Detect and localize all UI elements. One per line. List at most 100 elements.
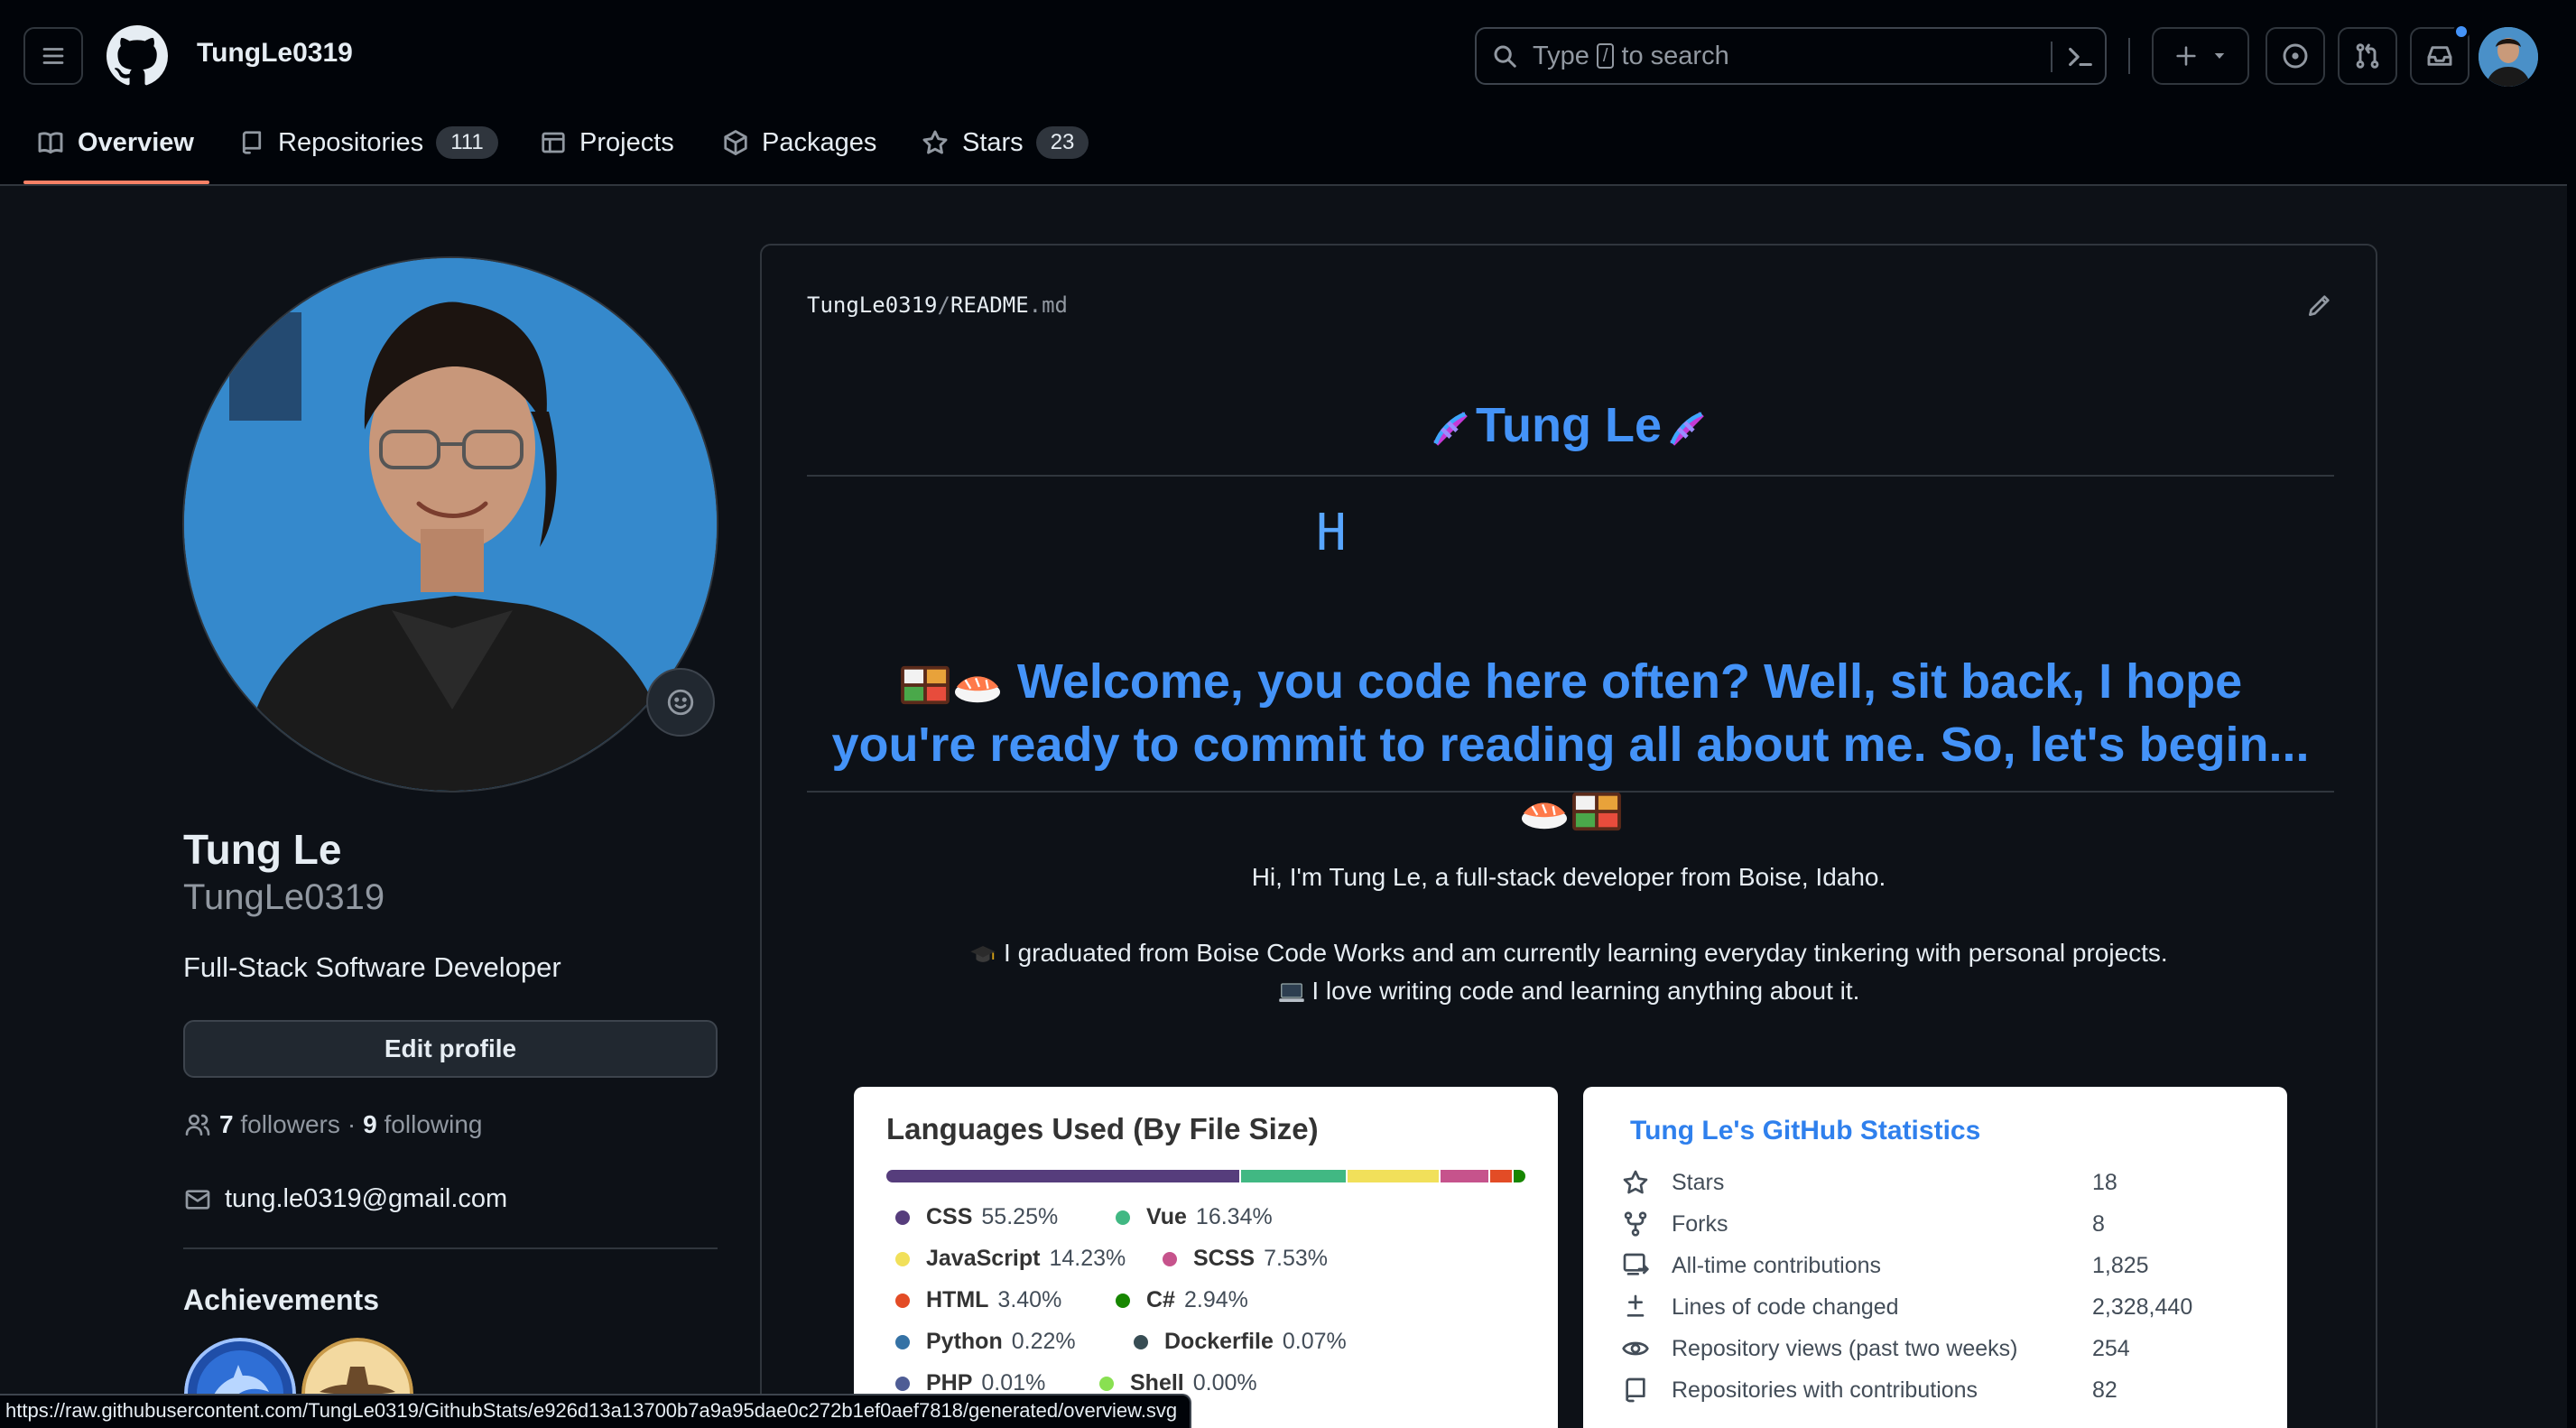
repositories-count-badge: 111 <box>436 126 498 159</box>
hamburger-icon <box>42 48 64 64</box>
language-percent: 16.34% <box>1195 1204 1273 1229</box>
github-logo-icon[interactable] <box>107 25 168 91</box>
readme-path-file[interactable]: README <box>950 292 1029 318</box>
stars-count-badge: 23 <box>1035 126 1089 159</box>
smiley-icon <box>667 689 694 716</box>
search-input[interactable]: Type / to search <box>1475 27 2107 85</box>
language-item: PHP 0.01% <box>895 1370 1045 1396</box>
edit-profile-button[interactable]: Edit profile <box>183 1020 718 1078</box>
search-placeholder-suffix: to search <box>1621 41 1729 70</box>
github-stats-card[interactable]: Tung Le's GitHub Statistics Stars 18 For… <box>1583 1087 2287 1428</box>
pull-requests-button[interactable] <box>2338 27 2397 85</box>
language-percent: 3.40% <box>997 1287 1062 1312</box>
stat-value: 254 <box>2092 1335 2130 1361</box>
contributions-icon <box>1623 1253 1649 1275</box>
dna-icon <box>1433 411 1468 446</box>
stat-row-forks: Forks 8 <box>1621 1206 2253 1242</box>
command-palette-icon[interactable] <box>2065 42 2096 72</box>
diff-icon <box>1626 1294 1645 1317</box>
plus-icon <box>2176 46 2196 66</box>
pencil-icon <box>2309 295 2330 316</box>
star-icon <box>922 130 948 154</box>
issues-button[interactable] <box>2266 27 2325 85</box>
profile-avatar[interactable] <box>182 256 718 793</box>
followers-link[interactable]: 7 followers <box>219 1110 340 1139</box>
stat-value: 8 <box>2092 1210 2105 1237</box>
email-link[interactable]: tung.le0319@gmail.com <box>225 1184 507 1214</box>
set-status-button[interactable] <box>646 668 715 737</box>
language-bar-segment <box>1440 1170 1488 1182</box>
readme-path-ext: .md <box>1028 292 1069 318</box>
languages-progress-bar <box>886 1170 1525 1182</box>
repo-icon <box>242 131 262 154</box>
header-username[interactable]: TungLe0319 <box>197 38 353 69</box>
language-item: JavaScript 14.23% <box>895 1246 1126 1272</box>
language-color-dot <box>895 1334 910 1349</box>
stat-row-views: Repository views (past two weeks) 254 <box>1621 1331 2253 1367</box>
language-name: Python <box>926 1329 1003 1354</box>
language-item: Vue 16.34% <box>1116 1204 1273 1230</box>
sushi-icon <box>1522 802 1567 829</box>
profile-bio: Full-Stack Software Developer <box>183 951 561 983</box>
following-link[interactable]: 9 following <box>363 1110 482 1139</box>
tab-projects[interactable]: Projects <box>540 116 674 170</box>
active-tab-underline <box>23 181 209 184</box>
stat-row-repos: Repositories with contributions 82 <box>1621 1372 2253 1408</box>
language-color-dot <box>895 1376 910 1391</box>
readme-title-divider <box>807 475 2334 477</box>
tab-repositories[interactable]: Repositories 111 <box>238 116 498 170</box>
language-percent: 14.23% <box>1049 1246 1126 1271</box>
stat-label: Lines of code changed <box>1672 1294 1899 1320</box>
bento-icon <box>900 665 950 704</box>
readme-education-text: I graduated from Boise Code Works and am… <box>1004 939 2168 967</box>
stat-row-lines-changed: Lines of code changed 2,328,440 <box>1621 1289 2253 1325</box>
edit-readme-button[interactable] <box>2305 291 2334 324</box>
languages-card-title: Languages Used (By File Size) <box>886 1112 1319 1145</box>
readme-welcome-heading: Welcome, you code here often? Well, sit … <box>825 650 2316 839</box>
header-divider <box>2128 38 2130 74</box>
languages-card[interactable]: Languages Used (By File Size) CSS 55.25% V… <box>854 1087 1558 1428</box>
language-name: Dockerfile <box>1164 1329 1274 1354</box>
readme-path-user[interactable]: TungLe0319 <box>807 292 938 318</box>
profile-email: tung.le0319@gmail.com <box>183 1184 507 1214</box>
language-item: Shell 0.00% <box>1099 1370 1257 1396</box>
language-item: C# 2.94% <box>1116 1287 1248 1313</box>
language-color-dot <box>895 1293 910 1308</box>
language-bar-segment <box>1489 1170 1513 1182</box>
language-name: JavaScript <box>926 1246 1041 1271</box>
git-pull-request-icon <box>2356 43 2379 69</box>
page-scrollbar[interactable] <box>2567 0 2576 1428</box>
mail-icon <box>185 1189 210 1210</box>
tab-overview[interactable]: Overview <box>36 116 194 170</box>
stat-label: Repositories with contributions <box>1672 1377 1978 1403</box>
user-avatar-menu[interactable] <box>2479 27 2538 87</box>
typing-animation-text: H <box>1316 504 1347 562</box>
tab-stars[interactable]: Stars 23 <box>921 116 1089 170</box>
language-bar-segment <box>886 1170 1240 1182</box>
language-item: CSS 55.25% <box>895 1204 1058 1230</box>
language-color-dot <box>895 1251 910 1266</box>
language-percent: 7.53% <box>1264 1246 1328 1271</box>
menu-button[interactable] <box>23 27 83 85</box>
language-name: C# <box>1146 1287 1175 1312</box>
language-bar-segment <box>1241 1170 1346 1182</box>
stat-value: 1,825 <box>2092 1252 2149 1278</box>
followers-label: followers <box>240 1110 340 1138</box>
tab-packages-label: Packages <box>762 127 877 157</box>
tab-packages[interactable]: Packages <box>722 116 876 170</box>
profile-username: TungLe0319 <box>183 877 385 917</box>
language-color-dot <box>895 1210 910 1225</box>
language-item: Dockerfile 0.07% <box>1134 1329 1347 1355</box>
follow-separator: · <box>347 1110 357 1138</box>
create-new-button[interactable] <box>2152 27 2249 85</box>
readme-path-separator: / <box>937 292 950 318</box>
stat-label: Forks <box>1672 1210 1728 1237</box>
readme-title: Tung Le <box>762 397 2376 454</box>
achievements-title[interactable]: Achievements <box>183 1284 379 1317</box>
profile-photo <box>184 258 717 791</box>
language-percent: 0.01% <box>981 1370 1046 1396</box>
language-color-dot <box>1099 1376 1114 1391</box>
star-icon <box>1623 1170 1648 1194</box>
fork-icon <box>1624 1211 1647 1237</box>
tab-overview-label: Overview <box>78 127 194 157</box>
